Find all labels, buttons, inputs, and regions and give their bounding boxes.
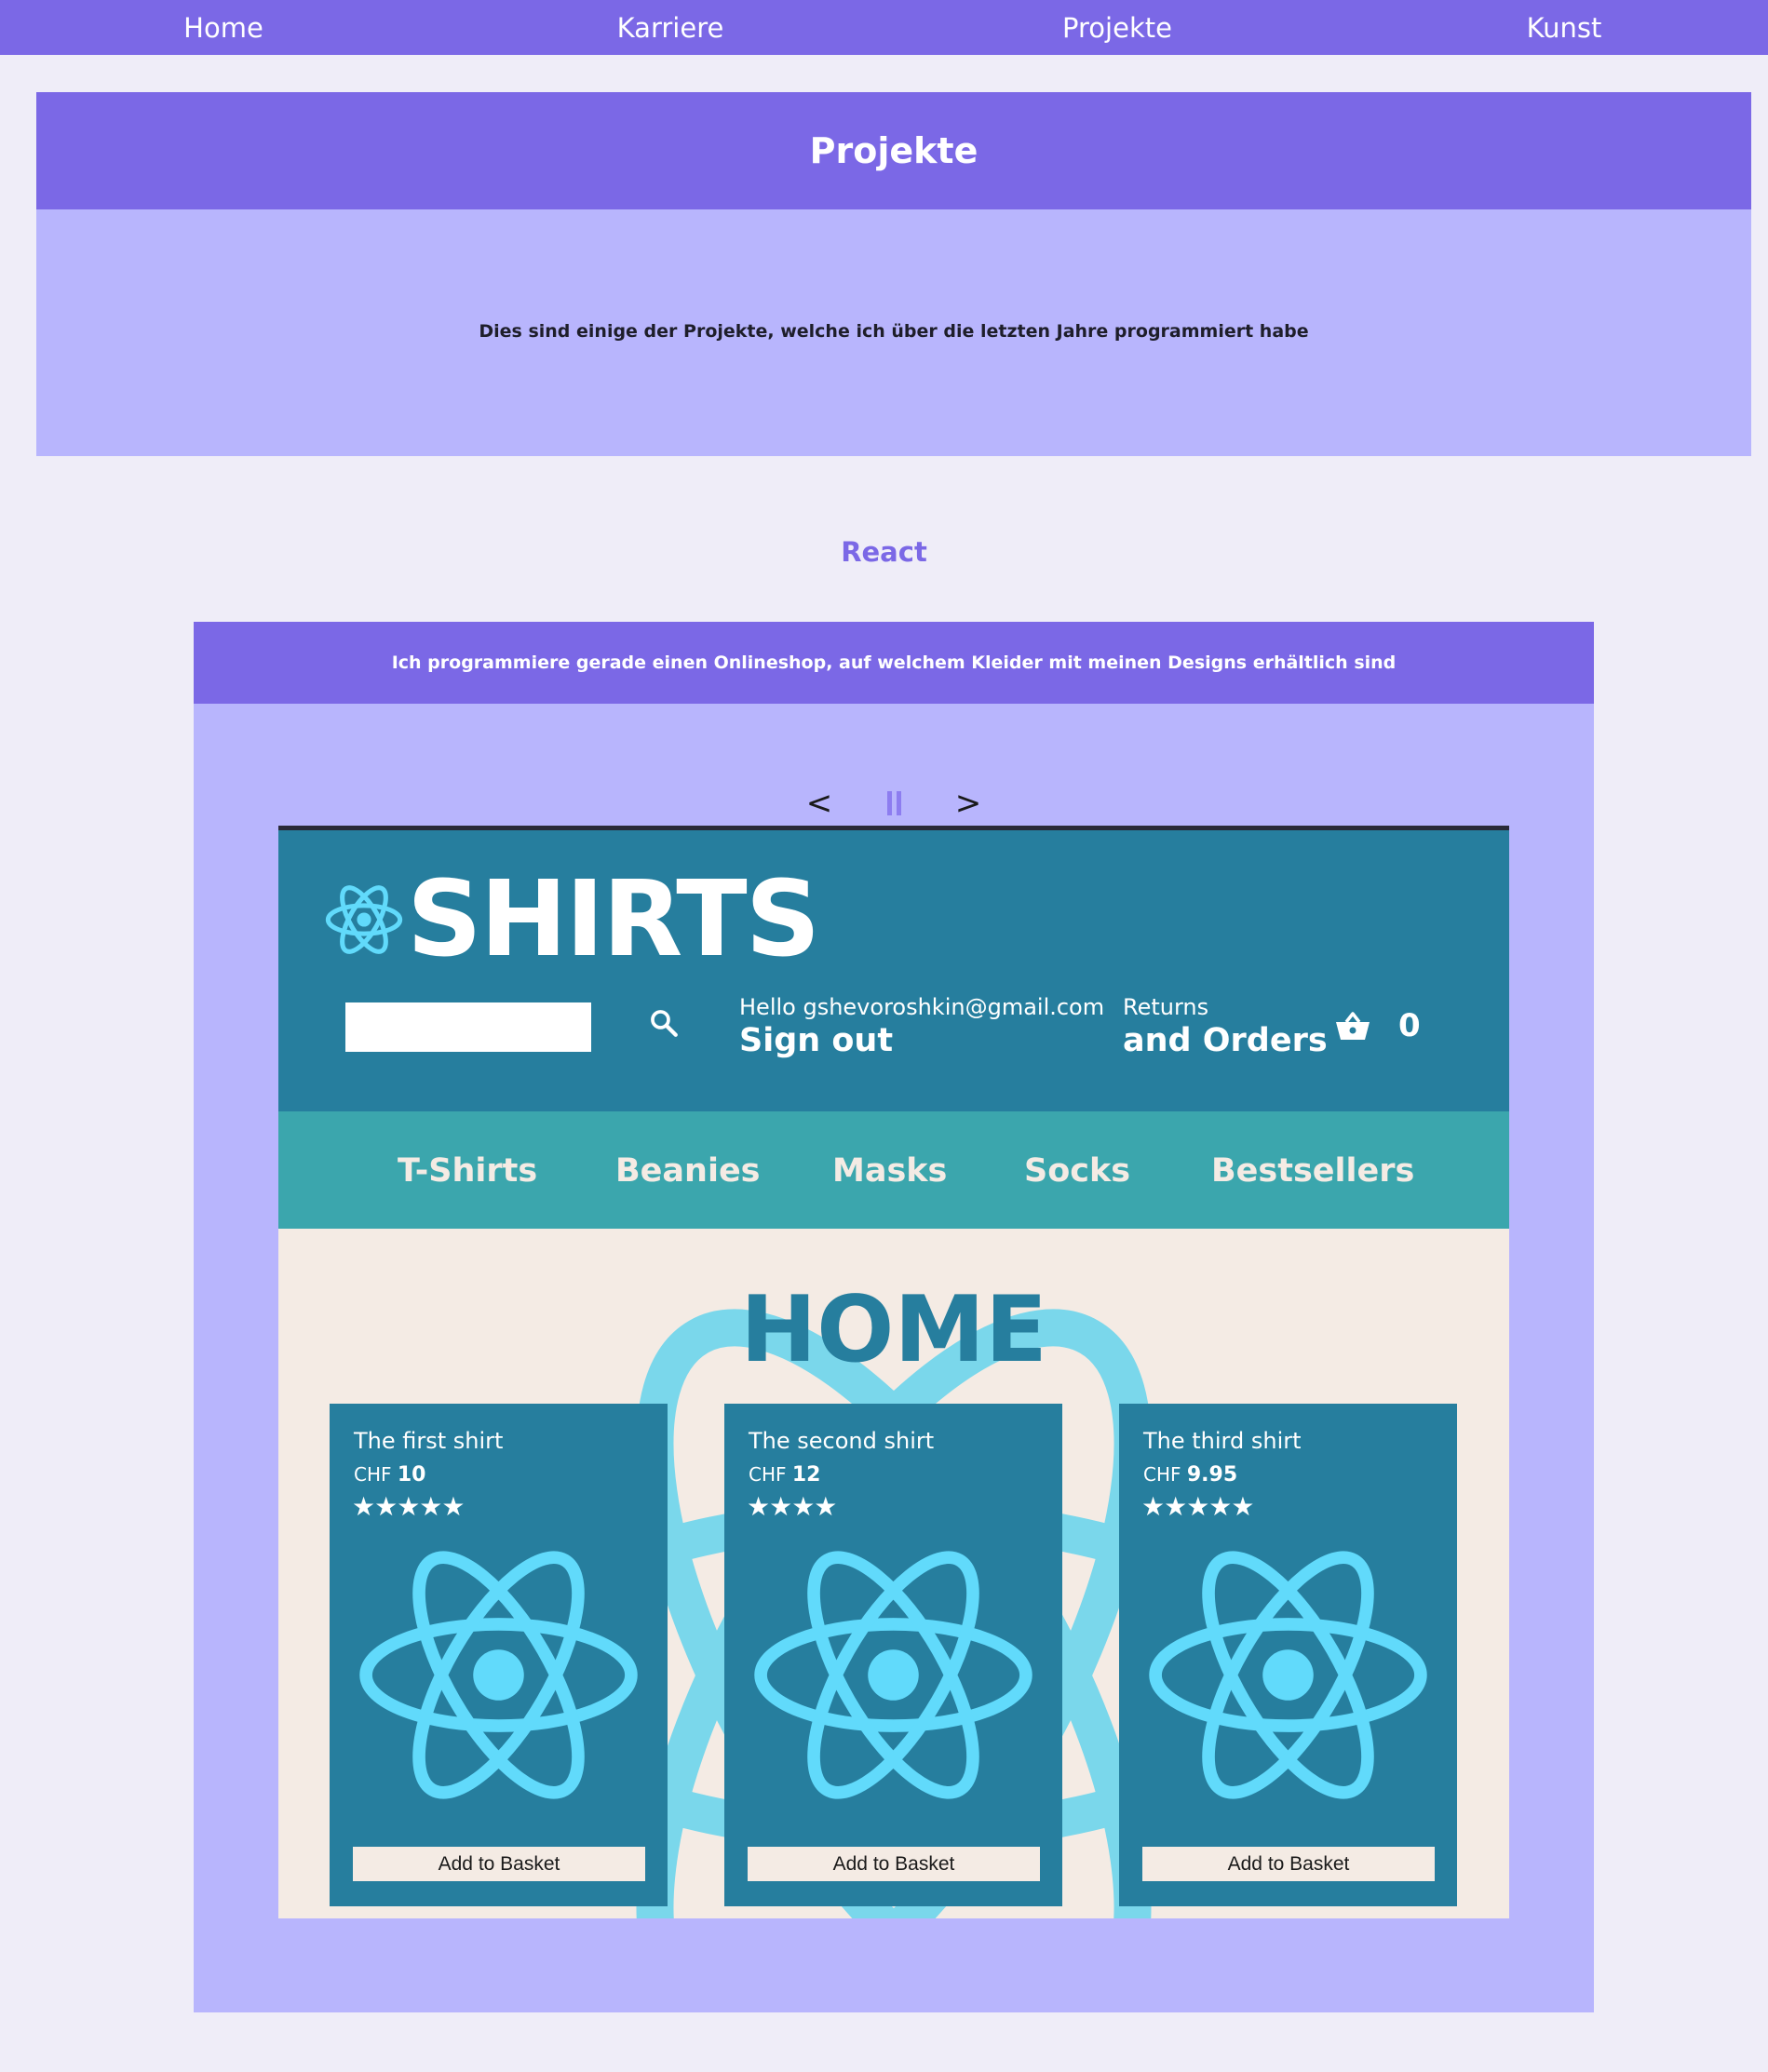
product-name: The first shirt	[354, 1428, 504, 1454]
product-price: CHF 9.95	[1143, 1463, 1237, 1487]
projects-intro-text: Dies sind einige der Projekte, welche ic…	[479, 321, 1309, 342]
add-to-basket-button[interactable]: Add to Basket	[1142, 1847, 1435, 1881]
product-name: The third shirt	[1143, 1428, 1302, 1454]
product-rating-stars: ★★★★	[747, 1491, 837, 1522]
pause-icon-bar-left	[886, 791, 892, 815]
section-title-react: React	[841, 536, 927, 568]
pause-icon-bar-right	[896, 791, 901, 815]
react-logo-icon	[1149, 1551, 1427, 1799]
product-price-value: 12	[791, 1463, 821, 1487]
greeting-email: Hello gshevoroshkin@gmail.com	[739, 994, 1105, 1020]
product-currency: CHF	[1143, 1463, 1181, 1486]
returns-orders-link[interactable]: Returns and Orders	[1123, 994, 1328, 1059]
category-t-shirts[interactable]: T-Shirts	[398, 1111, 537, 1229]
projects-header-panel: Projekte Dies sind einige der Projekte, …	[36, 92, 1751, 456]
product-card[interactable]: The second shirt CHF 12 ★★★★ Add to Bask…	[724, 1404, 1062, 1906]
slideshow-controls: < >	[194, 784, 1594, 823]
nav-kunst-link[interactable]: Kunst	[1527, 0, 1602, 55]
projects-title-bar: Projekte	[36, 92, 1751, 209]
orders-label: and Orders	[1123, 1022, 1328, 1059]
product-rating-stars: ★★★★★	[1141, 1491, 1255, 1522]
product-rating-stars: ★★★★★	[352, 1491, 466, 1522]
project-card-react: Ich programmiere gerade einen Onlineshop…	[194, 622, 1594, 2012]
product-price-value: 9.95	[1186, 1463, 1238, 1487]
search-icon[interactable]	[648, 1007, 680, 1039]
account-greeting[interactable]: Hello gshevoroshkin@gmail.com Sign out	[739, 994, 1104, 1059]
shop-search-input[interactable]	[345, 1002, 591, 1052]
basket-button[interactable]: 0	[1335, 1007, 1421, 1044]
product-name: The second shirt	[749, 1428, 935, 1454]
react-logo-icon	[325, 885, 403, 954]
category-bestsellers[interactable]: Bestsellers	[1211, 1111, 1414, 1229]
basket-count: 0	[1398, 1007, 1421, 1044]
project-description-bar: Ich programmiere gerade einen Onlineshop…	[194, 622, 1594, 704]
next-slide-button[interactable]: >	[950, 785, 987, 822]
page-title: Projekte	[809, 130, 978, 171]
shop-home-title: HOME	[740, 1277, 1047, 1383]
product-currency: CHF	[354, 1463, 392, 1486]
project-description: Ich programmiere gerade einen Onlineshop…	[391, 653, 1397, 673]
basket-icon	[1336, 1012, 1370, 1040]
react-logo-icon	[359, 1551, 638, 1799]
nav-karriere-link[interactable]: Karriere	[617, 0, 724, 55]
product-currency: CHF	[749, 1463, 787, 1486]
category-beanies[interactable]: Beanies	[615, 1111, 761, 1229]
product-card[interactable]: The third shirt CHF 9.95 ★★★★★ Add to Ba…	[1119, 1404, 1457, 1906]
category-masks[interactable]: Masks	[832, 1111, 947, 1229]
product-price: CHF 10	[354, 1463, 426, 1487]
nav-projekte-link[interactable]: Projekte	[1062, 0, 1172, 55]
returns-label: Returns	[1123, 994, 1209, 1020]
category-socks[interactable]: Socks	[1024, 1111, 1130, 1229]
add-to-basket-button[interactable]: Add to Basket	[353, 1847, 645, 1881]
shop-header: SHIRTS Hello gshevoroshkin@gmail.com Sig…	[278, 830, 1509, 1111]
shop-logo-text: SHIRTS	[407, 859, 820, 980]
shop-home-section: HOME The first shirt CHF 10 ★★★★★ Add to…	[278, 1229, 1509, 1918]
product-card[interactable]: The first shirt CHF 10 ★★★★★ Add to Bask…	[330, 1404, 668, 1906]
nav-home-link[interactable]: Home	[183, 0, 263, 55]
previous-slide-button[interactable]: <	[801, 785, 838, 822]
shop-logo: SHIRTS	[325, 859, 820, 980]
shop-category-nav: T-Shirts Beanies Masks Socks Bestsellers	[278, 1111, 1509, 1229]
product-price: CHF 12	[749, 1463, 821, 1487]
top-nav: Home Karriere Projekte Kunst	[0, 0, 1768, 55]
add-to-basket-button[interactable]: Add to Basket	[748, 1847, 1040, 1881]
sign-out-link[interactable]: Sign out	[739, 1022, 1104, 1059]
product-price-value: 10	[397, 1463, 426, 1487]
react-logo-icon	[754, 1551, 1032, 1799]
shop-screenshot: SHIRTS Hello gshevoroshkin@gmail.com Sig…	[278, 826, 1509, 1918]
pause-slideshow-button[interactable]	[875, 791, 912, 815]
